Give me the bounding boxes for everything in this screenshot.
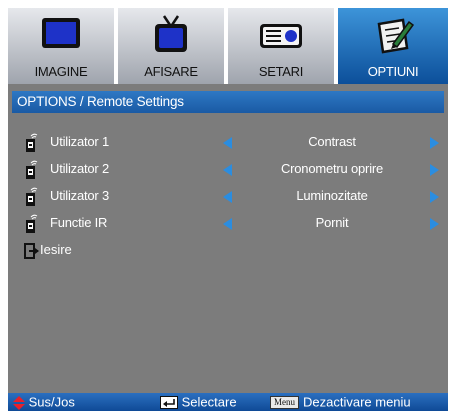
tab-label: AFISARE — [144, 64, 198, 79]
hint-select-label: Selectare — [181, 394, 237, 410]
notepad-pencil-icon — [338, 14, 448, 56]
tab-optiuni[interactable]: OPTIUNI — [338, 8, 448, 84]
setting-label: Utilizator 2 — [50, 161, 110, 176]
hint-up-down: Sus/Jos — [13, 393, 75, 411]
setting-label: Functie IR — [50, 215, 108, 230]
exit-item[interactable]: Iesire — [8, 241, 448, 261]
setting-value: Contrast — [308, 134, 356, 149]
setting-value: Pornit — [315, 215, 349, 230]
hint-up-down-label: Sus/Jos — [28, 394, 75, 410]
tab-afisare[interactable]: AFISARE — [118, 8, 226, 84]
setting-value: Cronometru oprire — [280, 161, 384, 176]
tab-bar: IMAGINE AFISARE SETARI OPTIUNI — [8, 8, 448, 84]
exit-label: Iesire — [40, 242, 72, 257]
hint-select: Selectare — [160, 393, 237, 411]
tab-label: OPTIUNI — [367, 64, 419, 79]
arrow-left-icon[interactable] — [223, 164, 232, 176]
arrow-left-icon[interactable] — [223, 191, 232, 203]
tab-label: IMAGINE — [34, 64, 88, 79]
hint-menu-label: Dezactivare meniu — [303, 394, 411, 410]
monitor-icon — [8, 14, 114, 56]
osd-menu: IMAGINE AFISARE SETARI OPTIUNI OPTIONS /… — [8, 8, 448, 411]
remote-icon — [25, 133, 38, 153]
exit-icon — [24, 243, 40, 264]
footer-hint-bar: Sus/Jos Selectare Menu Dezactivare meniu — [8, 393, 448, 411]
setting-label: Utilizator 1 — [50, 134, 110, 149]
setting-row-utilizator-2[interactable]: Utilizator 2 Cronometru oprire — [8, 160, 448, 180]
hint-menu: Menu Dezactivare meniu — [270, 393, 411, 411]
arrow-left-icon[interactable] — [223, 218, 232, 230]
remote-icon — [25, 187, 38, 207]
arrow-right-icon[interactable] — [430, 191, 439, 203]
setting-value: Luminozitate — [296, 188, 368, 203]
arrow-right-icon[interactable] — [430, 164, 439, 176]
remote-icon — [25, 160, 38, 180]
projector-icon — [228, 14, 334, 56]
setting-row-functie-ir[interactable]: Functie IR Pornit — [8, 214, 448, 234]
enter-key-icon — [160, 396, 178, 410]
tab-setari[interactable]: SETARI — [228, 8, 336, 84]
setting-label: Utilizator 3 — [50, 188, 110, 203]
arrow-right-icon[interactable] — [430, 137, 439, 149]
tab-imagine[interactable]: IMAGINE — [8, 8, 116, 84]
remote-icon — [25, 214, 38, 234]
tab-label: SETARI — [258, 64, 304, 79]
arrow-left-icon[interactable] — [223, 137, 232, 149]
arrow-right-icon[interactable] — [430, 218, 439, 230]
section-title: OPTIONS / Remote Settings — [12, 91, 444, 113]
up-down-arrows-icon — [13, 395, 25, 410]
setting-row-utilizator-1[interactable]: Utilizator 1 Contrast — [8, 133, 448, 153]
setting-row-utilizator-3[interactable]: Utilizator 3 Luminozitate — [8, 187, 448, 207]
menu-key-icon: Menu — [270, 396, 299, 410]
tv-icon — [118, 14, 224, 56]
